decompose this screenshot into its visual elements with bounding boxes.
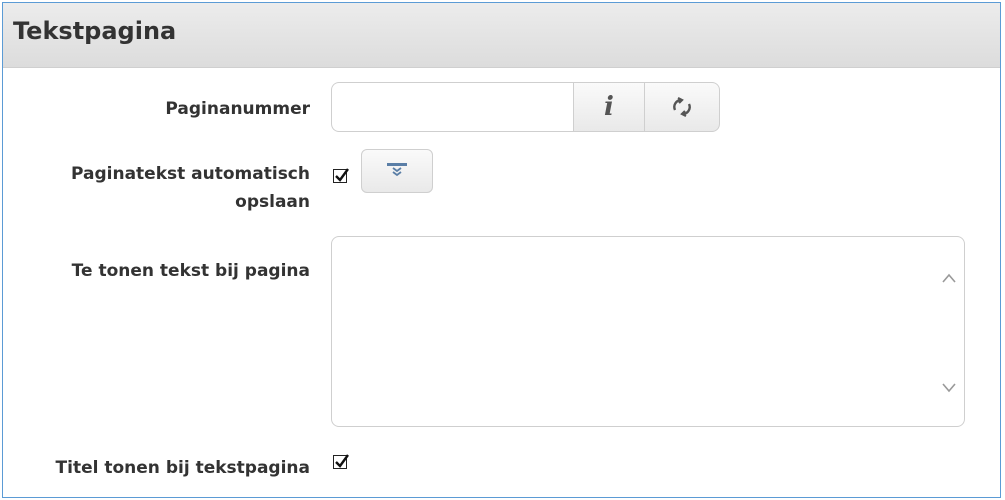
autosave-label-line2: opslaan (235, 192, 310, 212)
page-number-input[interactable] (331, 82, 575, 132)
refresh-icon (673, 97, 691, 117)
checkmark-icon (335, 168, 349, 182)
text-page-panel: Tekstpagina Paginanummer i Paginatekst a… (2, 2, 1001, 498)
show-title-label: Titel tonen bij tekstpagina (55, 458, 310, 478)
page-number-label: Paginanummer (165, 99, 310, 119)
panel-title: Tekstpagina (13, 17, 177, 45)
refresh-button[interactable] (644, 82, 720, 132)
autosave-checkbox[interactable] (333, 168, 349, 183)
collapse-arrow-icon (387, 163, 407, 177)
autosave-label-line1: Paginatekst automatisch (71, 164, 310, 184)
panel-header: Tekstpagina (3, 3, 1000, 68)
scroll-up-icon[interactable] (941, 272, 957, 284)
autosave-label: Paginatekst automatisch opslaan (71, 160, 310, 216)
page-text-area[interactable] (331, 236, 965, 427)
show-title-checkbox[interactable] (333, 454, 349, 469)
info-icon: i (604, 92, 614, 122)
page-text-label: Te tonen tekst bij pagina (71, 261, 310, 281)
checkmark-icon (335, 454, 349, 468)
collapse-button[interactable] (361, 149, 433, 193)
scroll-down-icon[interactable] (941, 382, 957, 394)
info-button[interactable]: i (573, 82, 645, 132)
